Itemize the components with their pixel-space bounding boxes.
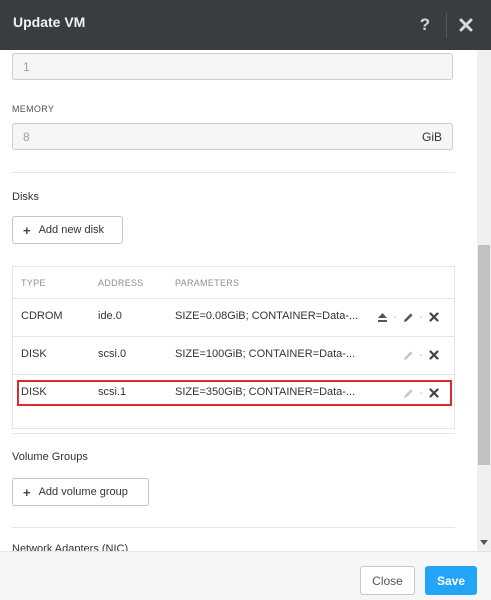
separator: - <box>419 349 423 361</box>
volume-groups-title: Volume Groups <box>12 451 88 463</box>
close-dialog-button[interactable] <box>446 0 486 50</box>
network-adapters-title: Network Adapters (NIC) <box>12 543 129 551</box>
memory-field[interactable]: 8 GiB <box>12 123 453 150</box>
memory-value: 8 <box>23 129 30 144</box>
add-new-disk-label: Add new disk <box>38 224 105 236</box>
close-button[interactable]: Close <box>360 566 415 595</box>
edit-icon[interactable] <box>401 348 415 362</box>
scroll-down-arrow[interactable] <box>478 537 490 549</box>
disk-parameters: SIZE=350GiB; CONTAINER=Data-... <box>175 386 356 398</box>
delete-icon[interactable] <box>427 348 441 362</box>
disk-address: scsi.0 <box>98 348 127 360</box>
chevron-down-icon <box>480 540 488 545</box>
separator: - <box>419 387 423 399</box>
disks-title: Disks <box>12 191 39 203</box>
table-row: DISK scsi.0 SIZE=100GiB; CONTAINER=Data-… <box>13 336 454 375</box>
disk-type: DISK <box>21 348 47 360</box>
memory-label: MEMORY <box>12 104 55 114</box>
disk-parameters: SIZE=100GiB; CONTAINER=Data-... <box>175 348 356 360</box>
disk-parameters: SIZE=0.08GiB; CONTAINER=Data-... <box>175 310 359 322</box>
add-volume-group-label: Add volume group <box>38 486 128 498</box>
memory-unit: GiB <box>421 129 442 144</box>
help-button[interactable]: ? <box>405 0 445 50</box>
add-new-disk-button[interactable]: + Add new disk <box>12 216 123 244</box>
column-type: TYPE <box>21 278 46 288</box>
question-icon: ? <box>419 15 431 34</box>
delete-icon[interactable] <box>427 310 441 324</box>
dialog-title: Update VM <box>13 14 86 30</box>
dialog-header: Update VM ? <box>0 0 491 50</box>
disk-type: DISK <box>21 386 47 398</box>
disks-table: TYPE ADDRESS PARAMETERS CDROM ide.0 SIZE… <box>12 266 455 429</box>
divider <box>12 172 455 173</box>
separator: - <box>419 311 423 323</box>
disk-address: scsi.1 <box>98 386 127 398</box>
divider <box>12 433 455 434</box>
scrollbar-thumb[interactable] <box>478 245 490 465</box>
separator: - <box>393 311 397 323</box>
divider <box>12 527 455 528</box>
plus-icon: + <box>23 222 31 238</box>
save-button[interactable]: Save <box>425 566 477 595</box>
disk-type: CDROM <box>21 310 63 322</box>
column-parameters: PARAMETERS <box>175 278 240 288</box>
cores-value: 1 <box>23 59 30 74</box>
row-actions: - <box>401 384 441 402</box>
disk-address: ide.0 <box>98 310 122 322</box>
dialog-footer: Close Save <box>0 551 491 600</box>
table-row: CDROM ide.0 SIZE=0.08GiB; CONTAINER=Data… <box>13 298 454 337</box>
row-actions: - <box>401 346 441 364</box>
add-volume-group-button[interactable]: + Add volume group <box>12 478 149 506</box>
edit-icon[interactable] <box>401 310 415 324</box>
dialog-body: 1 MEMORY 8 GiB Disks + Add new disk TYPE… <box>0 50 477 551</box>
delete-icon[interactable] <box>427 386 441 400</box>
table-row[interactable]: DISK scsi.1 SIZE=350GiB; CONTAINER=Data-… <box>13 374 454 412</box>
cores-field[interactable]: 1 <box>12 53 453 80</box>
column-address: ADDRESS <box>98 278 144 288</box>
row-actions: - - <box>375 308 441 326</box>
close-icon <box>459 18 473 32</box>
table-header: TYPE ADDRESS PARAMETERS <box>13 267 454 299</box>
eject-icon[interactable] <box>375 310 389 324</box>
edit-icon[interactable] <box>401 386 415 400</box>
plus-icon: + <box>23 484 31 500</box>
